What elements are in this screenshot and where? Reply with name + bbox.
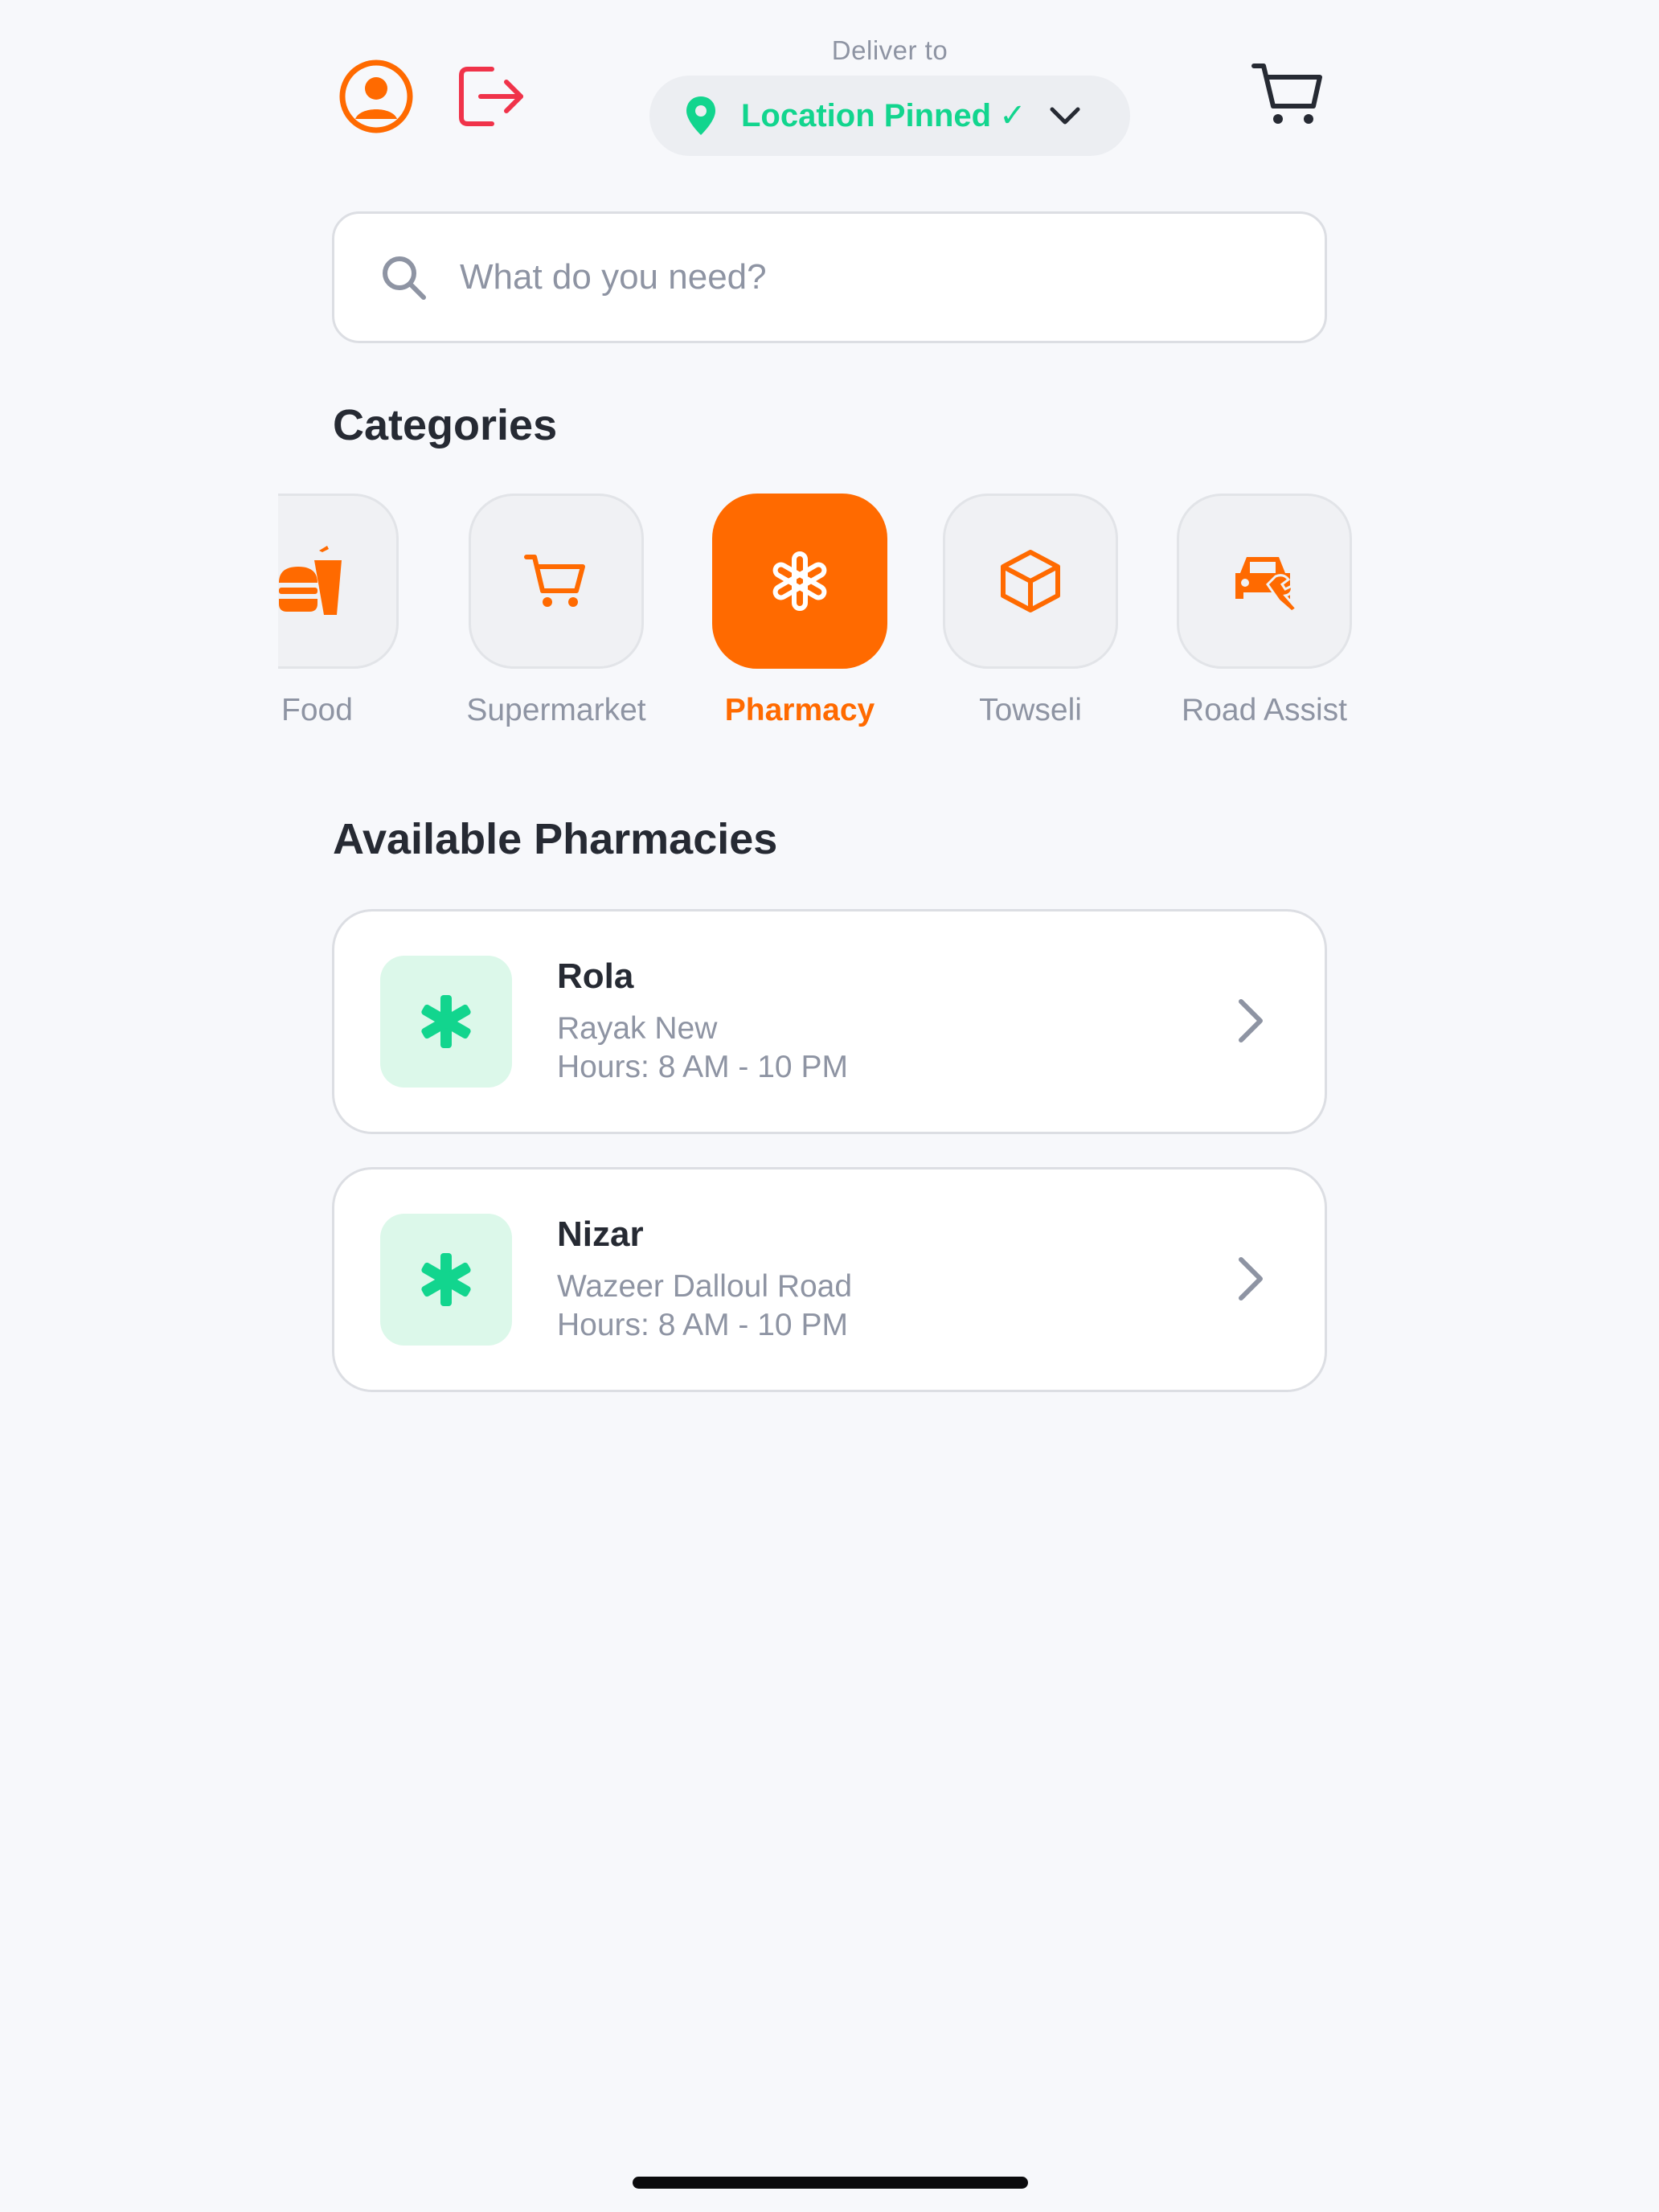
logout-icon[interactable]: [457, 63, 527, 130]
pharmacy-card[interactable]: Nizar Wazeer Dalloul Road Hours: 8 AM - …: [332, 1167, 1327, 1392]
category-road-assist[interactable]: Road Assist: [1144, 492, 1371, 733]
chevron-right-icon: [1239, 999, 1263, 1043]
category-tile: [712, 494, 887, 669]
location-selector[interactable]: Location Pinned ✓: [649, 76, 1130, 156]
category-label: Supermarket: [466, 693, 646, 727]
asterisk-icon: [421, 1253, 471, 1306]
home-indicator[interactable]: [633, 2177, 1028, 2189]
deliver-to-label: Deliver to: [831, 35, 948, 65]
category-tile: [278, 494, 399, 669]
chevron-down-icon: [1050, 107, 1080, 125]
chevron-right-icon: [1239, 1257, 1263, 1301]
category-pharmacy[interactable]: Pharmacy: [679, 492, 920, 733]
pharmacy-hours: Hours: 8 AM - 10 PM: [557, 1308, 848, 1342]
shopping-cart-icon: [524, 555, 585, 607]
asterisk-icon: [421, 995, 471, 1048]
home-screen: Deliver to Location Pinned ✓ Categories: [0, 0, 1659, 2212]
pharmacy-name: Rola: [557, 956, 634, 996]
categories-scroller[interactable]: Food Supermarket Pharmacy Towseli Road A…: [278, 492, 1371, 733]
category-label: Food: [281, 693, 353, 727]
categories-title: Categories: [333, 401, 558, 449]
search-icon: [383, 256, 426, 300]
asterisk-icon: [772, 551, 827, 611]
category-towseli[interactable]: Towseli: [910, 492, 1151, 733]
pharmacy-name: Nizar: [557, 1215, 644, 1254]
pharmacy-address: Wazeer Dalloul Road: [557, 1269, 853, 1304]
pharmacy-badge: [380, 956, 512, 1088]
profile-icon[interactable]: [338, 58, 415, 135]
category-label: Towseli: [979, 693, 1082, 727]
cart-icon[interactable]: [1251, 59, 1325, 129]
location-pin-icon: [686, 96, 715, 135]
car-wrench-icon: [1235, 557, 1299, 613]
location-status-text: Location Pinned: [741, 97, 992, 133]
category-supermarket[interactable]: Supermarket: [436, 492, 677, 733]
check-icon: ✓: [999, 98, 1026, 133]
package-box-icon: [1001, 550, 1060, 612]
burger-drink-icon: [279, 546, 342, 615]
category-label: Road Assist: [1182, 693, 1347, 727]
pharmacy-card[interactable]: Rola Rayak New Hours: 8 AM - 10 PM: [332, 909, 1327, 1134]
pharmacy-address: Rayak New: [557, 1011, 718, 1046]
pharmacy-hours: Hours: 8 AM - 10 PM: [557, 1050, 848, 1084]
category-label: Pharmacy: [724, 693, 875, 727]
category-tile: [1177, 494, 1352, 669]
search-bar[interactable]: [332, 211, 1327, 343]
category-tile: [469, 494, 644, 669]
category-tile: [943, 494, 1118, 669]
pharmacies-title: Available Pharmacies: [333, 815, 778, 863]
search-input[interactable]: [460, 257, 1264, 297]
category-food[interactable]: Food: [278, 492, 399, 733]
pharmacy-badge: [380, 1214, 512, 1346]
